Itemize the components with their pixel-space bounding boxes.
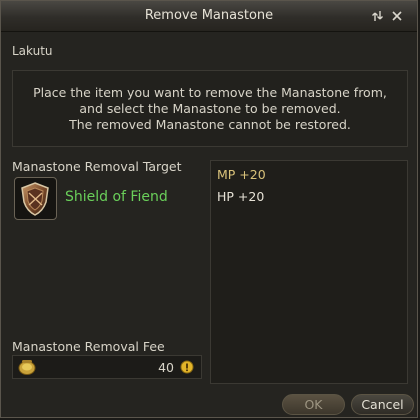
close-icon[interactable] (390, 9, 404, 23)
manastone-item-mp[interactable]: MP +20 (217, 167, 266, 182)
removal-fee-label: Manastone Removal Fee (12, 339, 165, 354)
pin-icon[interactable] (371, 9, 385, 23)
title-bar[interactable]: Remove Manastone (1, 1, 417, 32)
remove-manastone-window: Remove Manastone Lakutu Place the item y… (0, 0, 418, 418)
target-item-name[interactable]: Shield of Fiend (65, 189, 168, 205)
fee-box: 40 (12, 355, 202, 379)
instruction-line-2: and select the Manastone to be removed. (79, 101, 341, 116)
ok-button[interactable]: OK (282, 394, 345, 415)
npc-name: Lakutu (12, 44, 53, 58)
instruction-line-3: The removed Manastone cannot be restored… (69, 117, 351, 132)
shield-icon (21, 182, 49, 216)
window-title: Remove Manastone (144, 8, 274, 23)
instruction-box: Place the item you want to remove the Ma… (12, 70, 408, 147)
manastone-item-hp[interactable]: HP +20 (217, 189, 264, 204)
cancel-button[interactable]: Cancel (351, 394, 414, 415)
removal-target-label: Manastone Removal Target (12, 159, 182, 174)
target-item-slot[interactable] (14, 177, 57, 220)
instruction-line-1: Place the item you want to remove the Ma… (33, 85, 387, 100)
coin-pouch-icon (18, 360, 36, 375)
fee-amount: 40 (158, 360, 174, 375)
manastone-list: MP +20 HP +20 (210, 160, 408, 384)
kinah-coin-icon (180, 360, 194, 374)
